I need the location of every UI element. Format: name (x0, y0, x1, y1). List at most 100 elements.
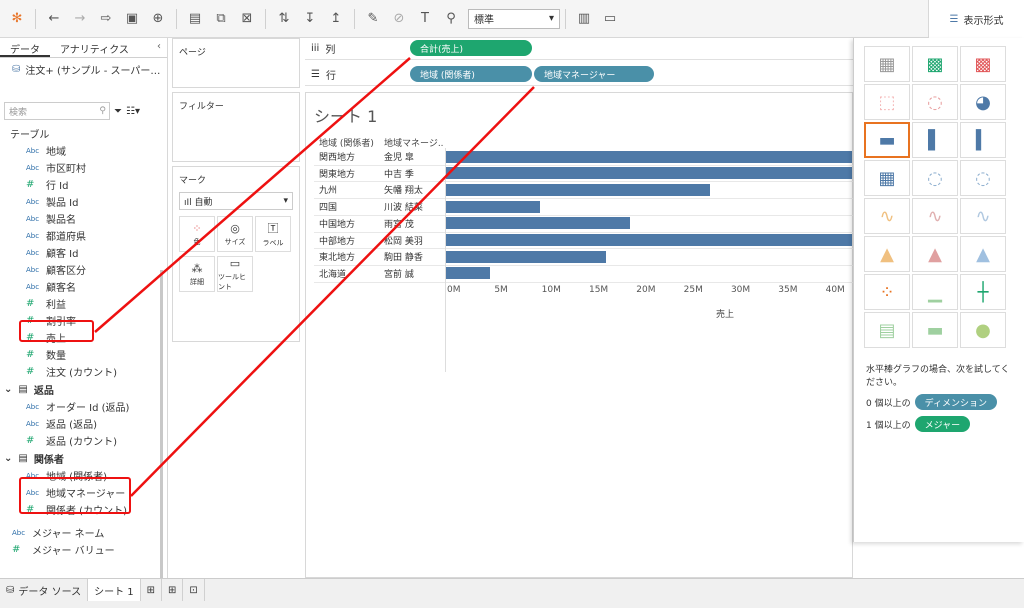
datasource-item[interactable]: ⛁ 注文+ (サンプル - スーパー… (0, 58, 167, 80)
field-item[interactable]: Abc 返品 (返品) (0, 415, 167, 432)
tab-sheet-1[interactable]: シート 1 (88, 579, 141, 601)
search-input[interactable]: 検索 ⚲ (4, 102, 110, 120)
show-me-button[interactable]: ☰ 表示形式 (928, 0, 1024, 38)
chart-type-horizontal-bar[interactable]: ▬ (864, 122, 910, 158)
new-dashboard-icon[interactable]: ⊞ (162, 579, 184, 601)
filter-icon[interactable]: ⏷ (114, 106, 122, 117)
pin-icon[interactable]: ⚲ (440, 8, 462, 30)
field-item[interactable]: Abc 製品名 (0, 210, 167, 227)
view-options-icon[interactable]: ☷▾ (126, 106, 140, 117)
chart-type-option[interactable]: ∿ (960, 198, 1006, 234)
label-icon[interactable]: T (414, 8, 436, 30)
chart-type-option[interactable]: ▦ (864, 46, 910, 82)
save-icon[interactable]: ▣ (121, 8, 143, 30)
chart-type-option[interactable]: ▩ (960, 46, 1006, 82)
bar[interactable] (445, 150, 852, 163)
new-worksheet-icon[interactable]: ⊞ (141, 579, 163, 601)
sort-asc-icon[interactable]: ↧ (299, 8, 321, 30)
chart-type-option[interactable]: ▲ (960, 236, 1006, 272)
field-item[interactable]: # 返品 (カウント) (0, 432, 167, 449)
chart-type-option[interactable]: ◌ (960, 160, 1006, 196)
field-item[interactable]: Abc 都道府県 (0, 227, 167, 244)
bar[interactable] (445, 234, 852, 246)
scrollbar[interactable] (160, 270, 163, 598)
new-worksheet-icon[interactable]: ▤ (184, 8, 206, 30)
redo-icon[interactable]: → (69, 8, 91, 30)
chart-type-option[interactable]: ▲ (864, 236, 910, 272)
tab-datasource[interactable]: ⛁ データ ソース (0, 579, 89, 601)
field-item[interactable]: Abc 顧客名 (0, 278, 167, 295)
columns-pill-sales[interactable]: 合計(売上) (410, 40, 532, 56)
chart-type-option[interactable]: ▍ (960, 122, 1006, 158)
row-label-manager[interactable]: 中吉 季 (384, 165, 414, 182)
chart-type-option[interactable]: ▲ (912, 236, 958, 272)
fit-select[interactable]: 標準 ▾ (468, 8, 560, 29)
chart-type-option[interactable]: ∿ (912, 198, 958, 234)
row-label-region[interactable]: 北海道 (319, 265, 346, 282)
tab-analytics[interactable]: アナリティクス (50, 38, 139, 57)
chart-type-option[interactable]: ▤ (864, 312, 910, 348)
chart-type-option[interactable]: ┼ (960, 274, 1006, 310)
detail-button[interactable]: ⁂ 詳細 (179, 256, 215, 292)
row-label-region[interactable]: 東北地方 (319, 248, 355, 265)
chart-type-option[interactable]: ● (960, 312, 1006, 348)
field-item[interactable]: Abc オーダー Id (返品) (0, 398, 167, 415)
chart-type-option[interactable]: ◌ (912, 160, 958, 196)
new-story-icon[interactable]: ⊡ (183, 579, 205, 601)
chart-type-option[interactable]: ∿ (864, 198, 910, 234)
chart-type-option[interactable]: ▌ (912, 122, 958, 158)
bar[interactable] (445, 200, 540, 213)
mark-type-select[interactable]: ıIl 自動 ▾ (179, 192, 293, 210)
row-label-manager[interactable]: 宮前 誠 (384, 265, 414, 282)
field-item[interactable]: Abc 市区町村 (0, 159, 167, 176)
group-returns[interactable]: ⌄ ▤ 返品 (0, 380, 167, 398)
columns-shelf[interactable]: iii 列 (305, 38, 853, 60)
row-label-region[interactable]: 関西地方 (319, 148, 355, 165)
field-item[interactable]: # 数量 (0, 346, 167, 363)
field-item[interactable]: Abc 顧客 Id (0, 244, 167, 261)
new-datasource-icon[interactable]: ⊕ (147, 8, 169, 30)
rows-pill-manager[interactable]: 地域マネージャー (534, 66, 654, 82)
field-item[interactable]: # 行 Id (0, 176, 167, 193)
field-item[interactable]: # 注文 (カウント) (0, 363, 167, 380)
clear-sheet-icon[interactable]: ⊠ (236, 8, 258, 30)
field-item[interactable]: Abc 製品 Id (0, 193, 167, 210)
row-label-manager[interactable]: 駒田 静香 (384, 248, 423, 265)
presentation-icon[interactable]: ▭ (599, 8, 621, 30)
row-label-manager[interactable]: 金児 皐 (384, 148, 414, 165)
field-item[interactable]: # 利益 (0, 295, 167, 312)
row-label-region[interactable]: 中部地方 (319, 232, 355, 249)
field-measure-names[interactable]: Abc メジャー ネーム (0, 524, 167, 541)
chart-type-option[interactable]: ▩ (912, 46, 958, 82)
group-people[interactable]: ⌄ ▤ 関係者 (0, 449, 167, 467)
row-label-region[interactable]: 関東地方 (319, 165, 355, 182)
swap-icon[interactable]: ⇅ (273, 8, 295, 30)
chart-type-option[interactable]: ⁘ (864, 274, 910, 310)
bar[interactable] (445, 183, 711, 196)
collapse-icon[interactable]: ‹ (151, 38, 167, 57)
field-measure-values[interactable]: # メジャー バリュー (0, 541, 167, 558)
group-icon[interactable]: ⊘ (388, 8, 410, 30)
chart-type-option[interactable]: ▁ (912, 274, 958, 310)
undo-icon[interactable]: ← (43, 8, 65, 30)
chart-type-option[interactable]: ⬚ (864, 84, 910, 120)
size-button[interactable]: ◎ サイズ (217, 216, 253, 252)
bar[interactable] (445, 250, 606, 263)
chart-type-option[interactable]: ◌ (912, 84, 958, 120)
pages-card[interactable]: ページ (172, 38, 300, 88)
label-button[interactable]: 🅃 ラベル (255, 216, 291, 252)
tooltip-button[interactable]: ▭ ツールヒント (217, 256, 253, 292)
chart-type-option[interactable]: ◕ (960, 84, 1006, 120)
row-label-region[interactable]: 中国地方 (319, 215, 355, 232)
field-item[interactable]: Abc 顧客区分 (0, 261, 167, 278)
highlight-icon[interactable]: ✎ (362, 8, 384, 30)
row-label-manager[interactable]: 雨宮 茂 (384, 215, 414, 232)
row-label-manager[interactable]: 矢幡 翔太 (384, 181, 423, 198)
row-label-manager[interactable]: 川波 結菜 (384, 198, 423, 215)
bar[interactable] (445, 217, 630, 230)
row-label-manager[interactable]: 松岡 美羽 (384, 232, 423, 249)
chart-type-option[interactable]: ▦ (864, 160, 910, 196)
filters-card[interactable]: フィルター (172, 92, 300, 162)
field-item[interactable]: Abc 地域 (0, 142, 167, 159)
row-label-region[interactable]: 四国 (319, 198, 337, 215)
